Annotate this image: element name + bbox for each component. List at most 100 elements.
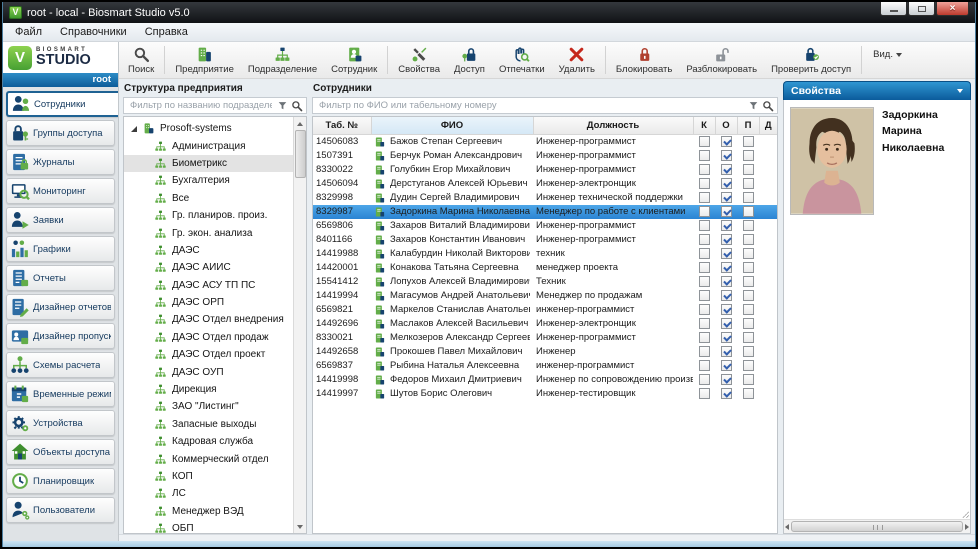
resize-grip[interactable] bbox=[962, 511, 969, 518]
employee-row[interactable]: 1507391Берчук Роман АлександровичИнженер… bbox=[313, 149, 777, 163]
tree-item[interactable]: ДАЭС АСУ ТП ПС bbox=[124, 277, 293, 294]
checkbox-k[interactable] bbox=[699, 388, 710, 399]
maximize-button[interactable] bbox=[908, 2, 935, 16]
tree-item[interactable]: ДАЭС АИИС bbox=[124, 259, 293, 276]
toolbar-button[interactable]: Разблокировать bbox=[679, 43, 764, 77]
checkbox-p[interactable] bbox=[743, 178, 754, 189]
toolbar-button[interactable]: Отпечатки bbox=[492, 43, 552, 77]
scroll-down-button[interactable] bbox=[294, 520, 306, 533]
checkbox-p[interactable] bbox=[743, 360, 754, 371]
sidebar-item[interactable]: Группы доступа bbox=[6, 120, 115, 146]
sidebar-item[interactable]: Пользователи bbox=[6, 497, 115, 523]
checkbox-k[interactable] bbox=[699, 304, 710, 315]
employee-row[interactable]: 6569821Маркелов Станислав Анатольевичинж… bbox=[313, 303, 777, 317]
employee-row[interactable]: 6569806Захаров Виталий ВладимировичИнжен… bbox=[313, 219, 777, 233]
checkbox-p[interactable] bbox=[743, 136, 754, 147]
tree-item[interactable]: ДАЭС ОУП bbox=[124, 363, 293, 380]
checkbox-p[interactable] bbox=[743, 318, 754, 329]
tree-item[interactable]: ДАЭС ОРП bbox=[124, 294, 293, 311]
employee-row[interactable]: 6569837Рыбина Наталья Алексеевнаинженер-… bbox=[313, 359, 777, 373]
employee-row[interactable]: 8330021Мелкозеров Александр СергеевичИнж… bbox=[313, 331, 777, 345]
checkbox-o[interactable] bbox=[721, 234, 732, 245]
scroll-thumb[interactable] bbox=[791, 521, 963, 532]
employee-row[interactable]: 8401166Захаров Константин ИвановичИнжене… bbox=[313, 233, 777, 247]
org-filter-input[interactable] bbox=[128, 99, 274, 112]
checkbox-k[interactable] bbox=[699, 318, 710, 329]
checkbox-k[interactable] bbox=[699, 206, 710, 217]
checkbox-o[interactable] bbox=[721, 374, 732, 385]
tree-item[interactable]: ДАЭС Отдел внедрения bbox=[124, 311, 293, 328]
checkbox-p[interactable] bbox=[743, 206, 754, 217]
checkbox-o[interactable] bbox=[721, 304, 732, 315]
checkbox-p[interactable] bbox=[743, 290, 754, 301]
checkbox-p[interactable] bbox=[743, 234, 754, 245]
sidebar-item[interactable]: Графики bbox=[6, 236, 115, 262]
tree-item[interactable]: ДАЭС bbox=[124, 242, 293, 259]
sidebar-item[interactable]: Мониторинг bbox=[6, 178, 115, 204]
sidebar-item[interactable]: Дизайнер пропусков bbox=[6, 323, 115, 349]
checkbox-p[interactable] bbox=[743, 150, 754, 161]
column-header[interactable]: Должность bbox=[533, 117, 693, 134]
checkbox-p[interactable] bbox=[743, 248, 754, 259]
tree-item[interactable]: ДАЭС Отдел проект bbox=[124, 346, 293, 363]
tree-item[interactable]: Гр. планиров. произ. bbox=[124, 207, 293, 224]
column-header[interactable]: П bbox=[737, 117, 759, 134]
employee-row[interactable]: 14419994Магасумов Андрей АнатольевичМене… bbox=[313, 289, 777, 303]
scroll-left-button[interactable] bbox=[785, 524, 789, 530]
tree-item[interactable]: ЗАО "Листинг" bbox=[124, 398, 293, 415]
tree-item[interactable]: ЛС bbox=[124, 485, 293, 502]
checkbox-o[interactable] bbox=[721, 360, 732, 371]
scroll-up-button[interactable] bbox=[294, 117, 306, 130]
employee-row[interactable]: 14506094Дерстуганов Алексей ЮрьевичИнжен… bbox=[313, 177, 777, 191]
tree-item[interactable]: Дирекция bbox=[124, 381, 293, 398]
checkbox-k[interactable] bbox=[699, 374, 710, 385]
sidebar-item[interactable]: Схемы расчета bbox=[6, 352, 115, 378]
employee-row[interactable]: 14492658Прокошев Павел МихайловичИнженер bbox=[313, 345, 777, 359]
filter-search-icon[interactable] bbox=[291, 100, 303, 112]
checkbox-p[interactable] bbox=[743, 192, 754, 203]
close-button[interactable]: × bbox=[936, 2, 969, 16]
checkbox-k[interactable] bbox=[699, 164, 710, 175]
checkbox-k[interactable] bbox=[699, 178, 710, 189]
tree-item[interactable]: Гр. экон. анализа bbox=[124, 224, 293, 241]
tree-item[interactable]: Коммерческий отдел bbox=[124, 450, 293, 467]
checkbox-k[interactable] bbox=[699, 360, 710, 371]
column-header[interactable]: ФИО bbox=[371, 117, 533, 134]
employee-row[interactable]: 14492696Маслаков Алексей ВасильевичИнжен… bbox=[313, 317, 777, 331]
expand-arrow-icon[interactable] bbox=[131, 126, 137, 132]
employees-filter-input[interactable] bbox=[317, 99, 745, 112]
view-menu-button[interactable]: Вид. bbox=[865, 43, 910, 77]
checkbox-o[interactable] bbox=[721, 262, 732, 273]
checkbox-o[interactable] bbox=[721, 276, 732, 287]
checkbox-o[interactable] bbox=[721, 388, 732, 399]
checkbox-k[interactable] bbox=[699, 136, 710, 147]
checkbox-p[interactable] bbox=[743, 220, 754, 231]
checkbox-k[interactable] bbox=[699, 248, 710, 259]
checkbox-p[interactable] bbox=[743, 164, 754, 175]
toolbar-button[interactable]: Сотрудник bbox=[324, 43, 384, 77]
sidebar-item[interactable]: Устройства bbox=[6, 410, 115, 436]
checkbox-o[interactable] bbox=[721, 192, 732, 203]
tree-item[interactable]: ОБП bbox=[124, 520, 293, 533]
checkbox-k[interactable] bbox=[699, 276, 710, 287]
employee-row[interactable]: 8330022Голубкин Егор МихайловичИнженер-п… bbox=[313, 163, 777, 177]
column-header[interactable]: О bbox=[715, 117, 737, 134]
checkbox-k[interactable] bbox=[699, 220, 710, 231]
employee-row[interactable]: 14419988Калабурдин Николай Викторовичтех… bbox=[313, 247, 777, 261]
checkbox-p[interactable] bbox=[743, 374, 754, 385]
filter-search-icon[interactable] bbox=[762, 100, 774, 112]
sidebar-item[interactable]: Журналы bbox=[6, 149, 115, 175]
toolbar-button[interactable]: Предприятие bbox=[168, 43, 241, 77]
checkbox-k[interactable] bbox=[699, 332, 710, 343]
checkbox-p[interactable] bbox=[743, 304, 754, 315]
tree-item[interactable]: ДАЭС Отдел продаж bbox=[124, 329, 293, 346]
sidebar-item[interactable]: Объекты доступа bbox=[6, 439, 115, 465]
checkbox-p[interactable] bbox=[743, 276, 754, 287]
employee-row[interactable]: 14419997Шутов Борис ОлеговичИнженер-тест… bbox=[313, 387, 777, 401]
properties-header[interactable]: Свойства bbox=[783, 81, 971, 100]
menu-item-2[interactable]: Справка bbox=[136, 24, 197, 40]
column-header[interactable]: Таб. № bbox=[313, 117, 371, 134]
tree-item[interactable]: Менеджер ВЭД bbox=[124, 503, 293, 520]
tree-item[interactable]: Кадровая служба bbox=[124, 433, 293, 450]
toolbar-button[interactable]: Блокировать bbox=[609, 43, 679, 77]
